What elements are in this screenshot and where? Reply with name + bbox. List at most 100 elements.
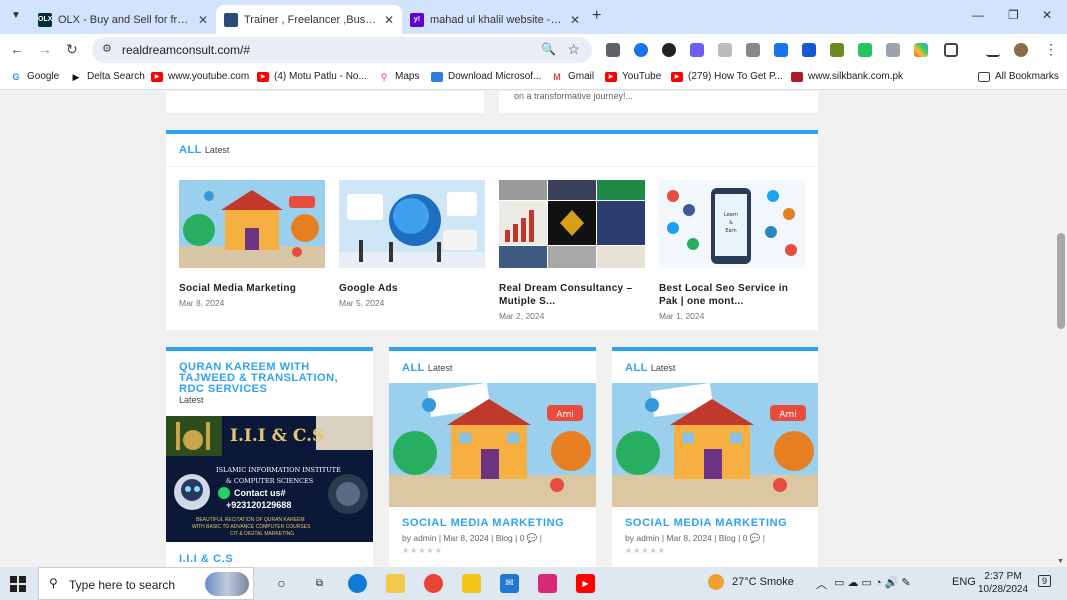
scroll-down-arrow-icon[interactable]: ▼ xyxy=(1057,558,1064,565)
extension-icon[interactable] xyxy=(746,43,760,57)
institute-logo: I.I.I & C.S xyxy=(230,426,325,446)
post-thumbnail[interactable] xyxy=(499,180,645,268)
post-title[interactable]: Social Media Marketing xyxy=(179,282,325,295)
page-scrollbar[interactable]: ▼ xyxy=(1055,91,1067,567)
close-icon[interactable]: ✕ xyxy=(198,13,208,27)
close-icon[interactable]: ✕ xyxy=(570,13,580,27)
post-thumbnail[interactable]: Ami xyxy=(389,383,596,507)
chrome-icon[interactable] xyxy=(424,574,443,593)
google-icon: G xyxy=(12,71,20,82)
back-icon[interactable]: ← xyxy=(10,41,24,57)
profile-avatar[interactable] xyxy=(1014,43,1028,57)
scrollbar-thumb[interactable] xyxy=(1057,233,1065,329)
edge-icon[interactable] xyxy=(348,574,367,593)
youtube-app-icon[interactable]: ▶ xyxy=(576,574,595,593)
minimize-icon[interactable]: — xyxy=(972,8,984,22)
tray-icons[interactable]: ▭ ☁ ▭ ◔ 🔊 ✎ xyxy=(834,576,911,589)
cortana-icon[interactable]: ○ xyxy=(272,574,291,593)
rating-stars[interactable]: ★★★★★ xyxy=(625,546,666,555)
section-subheading: Latest xyxy=(650,363,676,373)
task-view-icon[interactable]: ⧉ xyxy=(310,574,329,593)
search-highlight-image[interactable] xyxy=(205,572,249,596)
extension-icon[interactable] xyxy=(690,43,704,57)
bookmark-delta-search[interactable]: ▶ Delta Search xyxy=(70,71,145,82)
extension-icon[interactable] xyxy=(634,43,648,57)
extension-icon[interactable] xyxy=(662,43,676,57)
svg-text:Ami: Ami xyxy=(556,410,573,420)
tray-chevron-icon[interactable]: ︿ xyxy=(816,576,827,592)
file-explorer-icon[interactable] xyxy=(462,574,481,593)
extension-icon[interactable] xyxy=(774,43,788,57)
bookmark-google[interactable]: G Google xyxy=(10,71,59,82)
windows-start-icon[interactable] xyxy=(10,576,26,592)
bookmark-motu-patlu[interactable]: ▶ (4) Motu Patlu - No... xyxy=(257,71,367,82)
post-title[interactable]: I.I.I & C.S xyxy=(179,553,233,565)
bookmark-silkbank[interactable]: www.silkbank.com.pk xyxy=(791,71,903,82)
zoom-icon[interactable]: 🔍 xyxy=(541,42,556,56)
extension-icon[interactable] xyxy=(886,43,900,57)
extension-icon[interactable] xyxy=(718,43,732,57)
store-icon[interactable] xyxy=(386,574,405,593)
url-text[interactable]: realdreamconsult.com/# xyxy=(122,43,250,57)
mail-icon[interactable]: ✉ xyxy=(500,574,519,593)
post-title[interactable]: Google Ads xyxy=(339,282,485,295)
extensions-puzzle-icon[interactable] xyxy=(944,43,958,57)
post-title[interactable]: Best Local Seo Service in Pak | one mont… xyxy=(659,282,809,308)
extension-icon[interactable] xyxy=(858,43,872,57)
all-bookmarks[interactable]: All Bookmarks xyxy=(978,71,1059,82)
window-close-icon[interactable]: ✕ xyxy=(1042,8,1052,22)
section-heading: ALL Latest xyxy=(179,144,229,156)
post-title[interactable]: SOCIAL MEDIA MARKETING xyxy=(402,517,564,529)
tab-title: mahad ul khalil website - Yahoo xyxy=(430,13,564,26)
system-clock[interactable]: 2:37 PM 10/28/2024 xyxy=(978,570,1028,596)
bookmark-youtube-2[interactable]: ▶ YouTube xyxy=(605,71,661,82)
site-info-icon[interactable]: ⚙ xyxy=(102,42,112,55)
language-indicator[interactable]: ENG xyxy=(952,576,976,588)
weather-text[interactable]: 27°C Smoke xyxy=(732,576,794,588)
weather-icon[interactable] xyxy=(708,574,724,590)
address-bar[interactable]: ⚙ realdreamconsult.com/# 🔍 ☆ xyxy=(92,37,592,63)
download-icon[interactable] xyxy=(986,43,1000,57)
quran-banner[interactable]: I.I.I & C.S ISLAMIC INFORMATION INSTITUT… xyxy=(166,416,373,542)
silkbank-icon xyxy=(791,71,803,82)
reload-icon[interactable]: ↻ xyxy=(66,41,78,58)
search-placeholder[interactable]: Type here to search xyxy=(69,578,175,592)
extension-icon[interactable] xyxy=(802,43,816,57)
post-thumbnail[interactable] xyxy=(179,180,325,268)
notifications-icon[interactable]: 9 xyxy=(1038,575,1052,587)
new-tab-button[interactable]: + xyxy=(592,7,601,25)
post-title[interactable]: SOCIAL MEDIA MARKETING xyxy=(625,517,787,529)
tab-trainer[interactable]: Trainer , Freelancer ,Business Pr ✕ xyxy=(216,5,402,34)
section-heading-text: ALL xyxy=(625,362,648,374)
bookmark-star-icon[interactable]: ☆ xyxy=(567,41,580,58)
microsoft-icon xyxy=(431,71,443,82)
bookmark-youtube[interactable]: ▶ www.youtube.com xyxy=(151,71,249,82)
extension-icon[interactable] xyxy=(830,43,844,57)
bookmark-gmail[interactable]: M Gmail xyxy=(551,71,594,82)
bookmark-microsoft[interactable]: Download Microsof... xyxy=(431,71,541,82)
bookmark-maps[interactable]: ⚲ Maps xyxy=(378,71,420,82)
extension-icon[interactable] xyxy=(914,43,928,57)
bookmark-how-to-get[interactable]: ▶ (279) How To Get P... xyxy=(671,71,783,82)
rating-stars[interactable]: ★★★★★ xyxy=(402,546,443,555)
post-thumbnail[interactable] xyxy=(339,180,485,268)
close-icon[interactable]: ✕ xyxy=(384,13,394,27)
social-media-illustration xyxy=(179,180,325,268)
tab-olx[interactable]: OLX OLX - Buy and Sell for free anyw ✕ xyxy=(30,5,216,34)
taskbar-search-box[interactable]: ⚲ Type here to search xyxy=(38,567,254,600)
svg-text:Ami: Ami xyxy=(779,410,796,420)
post-date: Mar 8, 2024 xyxy=(179,298,225,308)
post-title[interactable]: Real Dream Consultancy – Mutiple S... xyxy=(499,282,645,308)
forward-icon[interactable]: → xyxy=(38,41,52,57)
post-meta[interactable]: by admin | Mar 8, 2024 | Blog | 0 💬 | xyxy=(402,533,542,544)
menu-kebab-icon[interactable]: ⋮ xyxy=(1044,41,1058,58)
instagram-icon[interactable] xyxy=(538,574,557,593)
post-meta[interactable]: by admin | Mar 8, 2024 | Blog | 0 💬 | xyxy=(625,533,765,544)
tab-yahoo[interactable]: y! mahad ul khalil website - Yahoo ✕ xyxy=(402,5,588,34)
extension-icon[interactable] xyxy=(606,43,620,57)
restore-icon[interactable]: ❐ xyxy=(1008,8,1019,22)
post-thumbnail[interactable]: Ami xyxy=(612,383,818,507)
post-thumbnail[interactable]: Learn & Earn xyxy=(659,180,805,268)
tab-search-chevron-icon[interactable]: ▼ xyxy=(6,7,26,25)
bookmark-label: Gmail xyxy=(568,71,595,82)
